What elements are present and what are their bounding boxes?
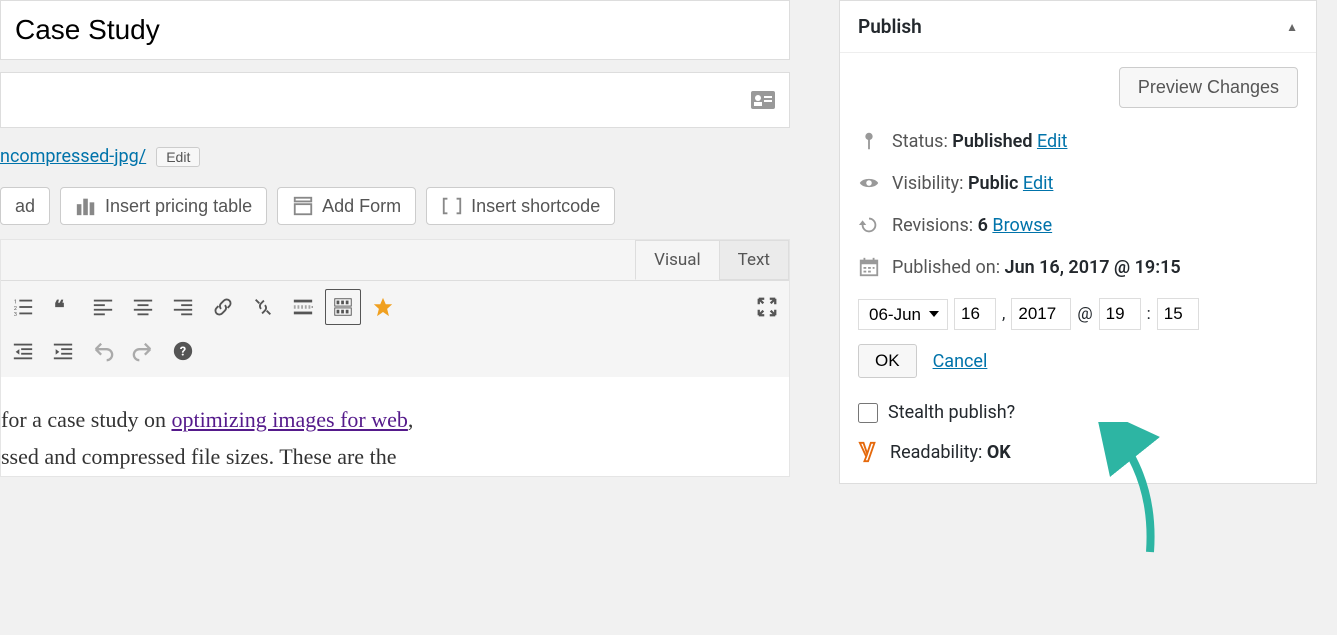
publish-header-label: Publish: [858, 15, 922, 38]
content-link-optimizing[interactable]: optimizing images for web: [171, 407, 407, 432]
date-colon: :: [1147, 304, 1151, 324]
align-right-icon[interactable]: [165, 289, 201, 325]
hour-input[interactable]: [1099, 298, 1141, 330]
stealth-publish-row: Stealth publish?: [858, 402, 1298, 423]
content-text-1a: for a case study on: [1, 407, 171, 432]
align-center-icon[interactable]: [125, 289, 161, 325]
status-value: Published: [952, 131, 1032, 152]
published-label: Published on:: [892, 257, 1005, 278]
readability-label: Readability:: [890, 442, 987, 463]
status-edit-link[interactable]: Edit: [1037, 131, 1067, 152]
revisions-browse-link[interactable]: Browse: [992, 215, 1052, 236]
collapse-icon: ▲: [1286, 20, 1298, 34]
numbered-list-icon[interactable]: 123: [5, 289, 41, 325]
permalink-slug-link[interactable]: ncompressed-jpg/: [0, 146, 146, 167]
date-ok-button[interactable]: OK: [858, 344, 917, 378]
yoast-icon: [858, 441, 880, 463]
blockquote-icon[interactable]: ❝: [45, 289, 81, 325]
month-select[interactable]: 06-Jun: [858, 299, 948, 330]
svg-text:2: 2: [14, 306, 17, 312]
add-label: ad: [15, 196, 35, 217]
shortcode-label: Insert shortcode: [471, 196, 600, 217]
insert-shortcode-button[interactable]: Insert shortcode: [426, 187, 615, 225]
year-input[interactable]: [1011, 298, 1071, 330]
tab-text[interactable]: Text: [719, 240, 789, 280]
svg-text:❝: ❝: [54, 296, 65, 318]
readability-value: OK: [987, 442, 1011, 463]
preview-changes-button[interactable]: Preview Changes: [1119, 67, 1298, 108]
post-content[interactable]: for a case study on optimizing images fo…: [1, 377, 789, 476]
date-editor: 06-Jun , @ :: [858, 298, 1298, 330]
status-label: Status:: [892, 131, 952, 152]
stealth-publish-checkbox[interactable]: [858, 403, 878, 423]
permalink-row: ncompressed-jpg/ Edit: [0, 146, 790, 167]
pin-icon: [858, 130, 880, 152]
link-icon[interactable]: [205, 289, 241, 325]
minute-input[interactable]: [1157, 298, 1199, 330]
eye-icon: [858, 172, 880, 194]
align-left-icon[interactable]: [85, 289, 121, 325]
revisions-row: Revisions: 6 Browse: [858, 214, 1298, 236]
date-cancel-link[interactable]: Cancel: [933, 351, 988, 372]
fullscreen-icon[interactable]: [749, 289, 785, 325]
indent-icon[interactable]: [45, 333, 81, 369]
status-row: Status: Published Edit: [858, 130, 1298, 152]
redo-icon[interactable]: [125, 333, 161, 369]
revisions-icon: [858, 214, 880, 236]
svg-text:3: 3: [14, 312, 17, 318]
id-card-icon: [751, 91, 775, 109]
visibility-value: Public: [968, 173, 1018, 194]
insert-more-icon[interactable]: [285, 289, 321, 325]
shortcode-icon: [441, 195, 463, 217]
toolbar-toggle-icon[interactable]: [325, 289, 361, 325]
content-text-1b: ,: [408, 407, 414, 432]
date-at: @: [1077, 304, 1092, 324]
add-form-button[interactable]: Add Form: [277, 187, 416, 225]
editor-container: Visual Text 123 ❝ ? for a case study on …: [0, 239, 790, 477]
post-title-input[interactable]: [0, 0, 790, 60]
publish-panel-header[interactable]: Publish ▲: [840, 1, 1316, 53]
unlink-icon[interactable]: [245, 289, 281, 325]
outdent-icon[interactable]: [5, 333, 41, 369]
stealth-label: Stealth publish?: [888, 402, 1015, 423]
permalink-edit-button[interactable]: Edit: [156, 147, 200, 167]
star-icon[interactable]: [365, 289, 401, 325]
content-text-2: ssed and compressed file sizes. These ar…: [1, 438, 789, 475]
bar-chart-icon: [75, 195, 97, 217]
date-comma: ,: [1002, 304, 1005, 324]
revisions-value: 6: [978, 215, 988, 236]
formatting-toolbar: 123 ❝: [1, 280, 789, 333]
pricing-label: Insert pricing table: [105, 196, 252, 217]
tab-visual[interactable]: Visual: [635, 240, 719, 280]
add-button[interactable]: ad: [0, 187, 50, 225]
revisions-label: Revisions:: [892, 215, 978, 236]
form-icon: [292, 195, 314, 217]
calendar-icon: [858, 256, 880, 278]
published-value: Jun 16, 2017 @ 19:15: [1005, 257, 1181, 278]
svg-text:1: 1: [14, 299, 17, 305]
form-label: Add Form: [322, 196, 401, 217]
readability-row: Readability: OK: [858, 441, 1298, 463]
publish-panel: Publish ▲ Preview Changes Status: Publis…: [839, 0, 1317, 484]
insert-pricing-table-button[interactable]: Insert pricing table: [60, 187, 267, 225]
visibility-edit-link[interactable]: Edit: [1023, 173, 1053, 194]
published-on-row: Published on: Jun 16, 2017 @ 19:15: [858, 256, 1298, 278]
svg-text:?: ?: [180, 345, 186, 360]
visibility-row: Visibility: Public Edit: [858, 172, 1298, 194]
help-icon[interactable]: ?: [165, 333, 201, 369]
day-input[interactable]: [954, 298, 996, 330]
visibility-label: Visibility:: [892, 173, 968, 194]
permalink-box: [0, 72, 790, 128]
undo-icon[interactable]: [85, 333, 121, 369]
